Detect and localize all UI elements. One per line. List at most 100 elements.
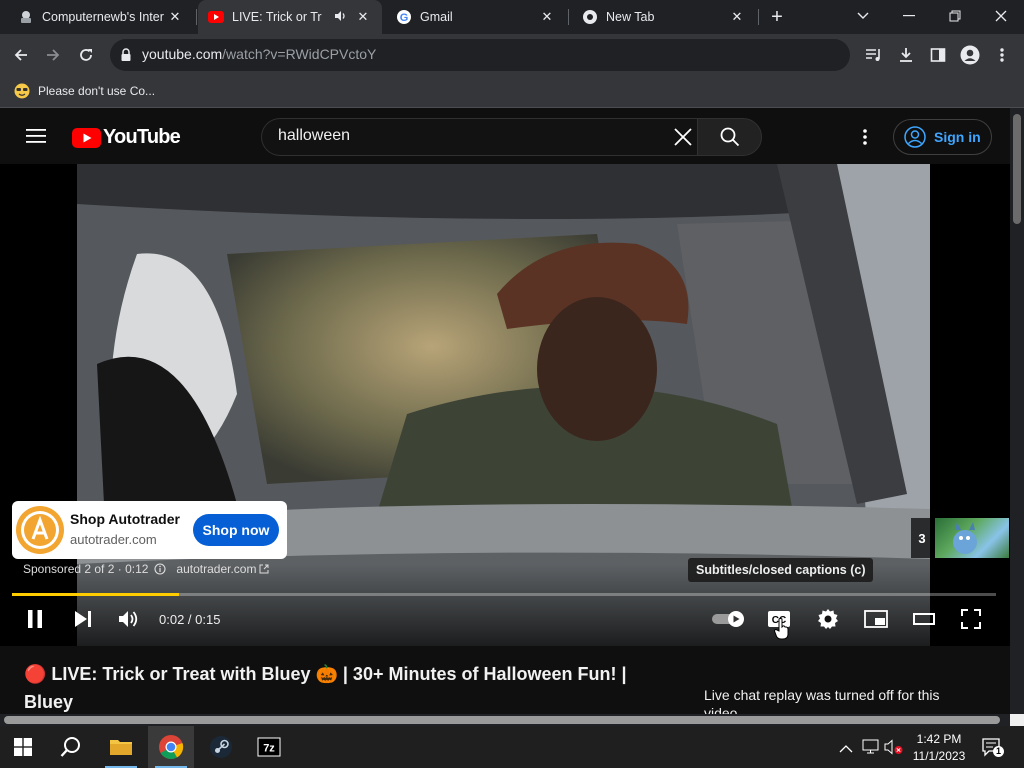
up-next-count[interactable]: 3 [911, 518, 933, 558]
vertical-scrollbar[interactable] [1010, 108, 1024, 714]
youtube-favicon-icon [208, 9, 224, 25]
tab-close-icon[interactable]: ✕ [538, 9, 556, 25]
ad-sponsored-text: Sponsored 2 of 2 · 0:12 [23, 562, 149, 576]
profile-avatar-icon[interactable] [957, 42, 983, 68]
vertical-scrollbar-thumb[interactable] [1013, 114, 1021, 224]
bookmark-item[interactable]: Please don't use Co... [14, 83, 155, 99]
theater-mode-icon[interactable] [911, 605, 937, 633]
steam-taskbar-icon[interactable] [198, 726, 244, 768]
ad-info-icon[interactable] [154, 563, 166, 575]
sign-in-button[interactable]: Sign in [893, 119, 992, 155]
tab-title: Gmail [420, 10, 453, 24]
live-chat-note: Live chat replay was turned off for this… [704, 687, 940, 714]
url-text[interactable]: youtube.com/watch?v=RWidCPVctoY [142, 46, 376, 62]
tab-search-icon[interactable] [840, 0, 886, 32]
horizontal-scrollbar[interactable] [0, 714, 1010, 726]
show-hidden-icons-chevron-icon[interactable] [839, 741, 853, 759]
autotrader-logo-icon [16, 506, 64, 554]
notification-center-icon[interactable]: 1 [982, 738, 1004, 763]
volume-muted-icon[interactable] [884, 739, 904, 760]
scrollbar-corner [1010, 714, 1024, 726]
url-path: /watch?v=RWidCPVctoY [222, 46, 377, 62]
browser-tab-strip: Computernewb's Inter ✕ LIVE: Trick or Tr… [0, 0, 1024, 34]
chrome-taskbar-icon[interactable] [148, 726, 194, 768]
tab-gmail[interactable]: G Gmail ✕ [386, 0, 566, 34]
forward-button[interactable] [40, 42, 66, 68]
close-window-button[interactable] [978, 0, 1024, 32]
pause-button[interactable] [22, 605, 48, 633]
tab-new-tab[interactable]: New Tab ✕ [572, 0, 756, 34]
youtube-logo[interactable]: YouTube [72, 126, 181, 149]
clock-date: 11/1/2023 [912, 749, 966, 763]
tab-close-icon[interactable]: ✕ [354, 9, 372, 25]
search-icon [720, 127, 740, 147]
tab-title: Computernewb's Inter [42, 10, 164, 24]
tab-close-icon[interactable]: ✕ [166, 9, 184, 25]
video-title: 🔴 LIVE: Trick or Treat with Bluey 🎃 | 30… [24, 664, 627, 712]
captions-tooltip: Subtitles/closed captions (c) [688, 558, 874, 582]
tab-live-trick-or-treat[interactable]: LIVE: Trick or Tr ✕ [198, 0, 382, 34]
back-button[interactable] [8, 42, 34, 68]
mouse-hand-cursor-icon [773, 618, 790, 645]
external-link-icon[interactable] [259, 564, 269, 574]
hamburger-menu-icon[interactable] [26, 128, 46, 149]
sign-in-label: Sign in [934, 129, 981, 145]
tab-separator [568, 9, 569, 25]
tab-title: LIVE: Trick or Tr [232, 10, 322, 24]
ad-domain: autotrader.com [70, 532, 157, 547]
clear-search-icon[interactable] [673, 127, 693, 152]
account-circle-icon [904, 126, 926, 148]
tab-audio-icon[interactable] [334, 9, 348, 26]
reload-button[interactable] [73, 42, 99, 68]
search-button[interactable] [697, 118, 762, 156]
fullscreen-icon[interactable] [958, 605, 984, 633]
settings-gear-icon[interactable] [815, 605, 841, 633]
smiley-sunglasses-icon [14, 83, 30, 99]
file-explorer-icon[interactable] [98, 726, 144, 768]
tab-separator [758, 9, 759, 25]
youtube-page: YouTube halloween Sign in Shop Autotrade… [0, 108, 1010, 714]
progress-bar[interactable] [12, 593, 996, 596]
start-button[interactable] [0, 726, 46, 768]
lock-icon[interactable] [120, 48, 132, 67]
downloads-icon[interactable] [893, 42, 919, 68]
taskbar-search-icon[interactable] [48, 726, 94, 768]
google-favicon-icon: G [396, 9, 412, 25]
notification-count-badge: 1 [993, 746, 1004, 757]
7zip-taskbar-icon[interactable]: 7z [246, 726, 292, 768]
clock-time: 1:42 PM [916, 732, 962, 746]
svg-text:7z: 7z [263, 743, 275, 755]
new-tab-button[interactable]: + [766, 6, 788, 28]
url-host: youtube.com [142, 46, 223, 62]
restore-button[interactable] [932, 0, 978, 32]
chrome-favicon-icon [582, 9, 598, 25]
system-clock[interactable]: 1:42 PM 11/1/2023 [908, 731, 970, 765]
side-panel-icon[interactable] [925, 42, 951, 68]
tab-close-icon[interactable]: ✕ [728, 9, 746, 25]
horizontal-scrollbar-thumb[interactable] [4, 716, 1000, 724]
settings-more-icon[interactable] [862, 128, 868, 151]
bookmark-label: Please don't use Co... [38, 84, 156, 98]
tab-computernewb[interactable]: Computernewb's Inter ✕ [8, 0, 194, 34]
windows-logo-icon [14, 738, 32, 756]
windows-taskbar: 7z 1:42 PM 11/1/2023 1 [0, 726, 1024, 768]
search-input-value[interactable]: halloween [278, 127, 350, 145]
youtube-header: YouTube halloween Sign in [0, 108, 1010, 164]
browser-menu-icon[interactable] [989, 42, 1015, 68]
volume-icon[interactable] [116, 605, 142, 633]
shop-now-button[interactable]: Shop now [193, 514, 279, 546]
tab-title: New Tab [606, 10, 655, 24]
ad-link[interactable]: autotrader.com [176, 562, 256, 576]
up-next-thumbnail[interactable] [935, 518, 1009, 558]
miniplayer-icon[interactable] [862, 605, 890, 633]
media-controls-icon[interactable] [861, 42, 887, 68]
autoplay-toggle[interactable] [711, 605, 747, 633]
network-icon[interactable] [862, 739, 880, 760]
video-player[interactable]: Shop Autotrader autotrader.com Shop now … [0, 164, 1010, 646]
ad-card[interactable]: Shop Autotrader autotrader.com Shop now [12, 501, 287, 559]
ad-advertiser-name: Shop Autotrader [70, 511, 180, 527]
next-video-button[interactable] [70, 605, 96, 633]
youtube-play-logo-icon [72, 127, 101, 148]
youtube-logo-text: YouTube [103, 126, 181, 148]
minimize-button[interactable] [886, 0, 932, 32]
